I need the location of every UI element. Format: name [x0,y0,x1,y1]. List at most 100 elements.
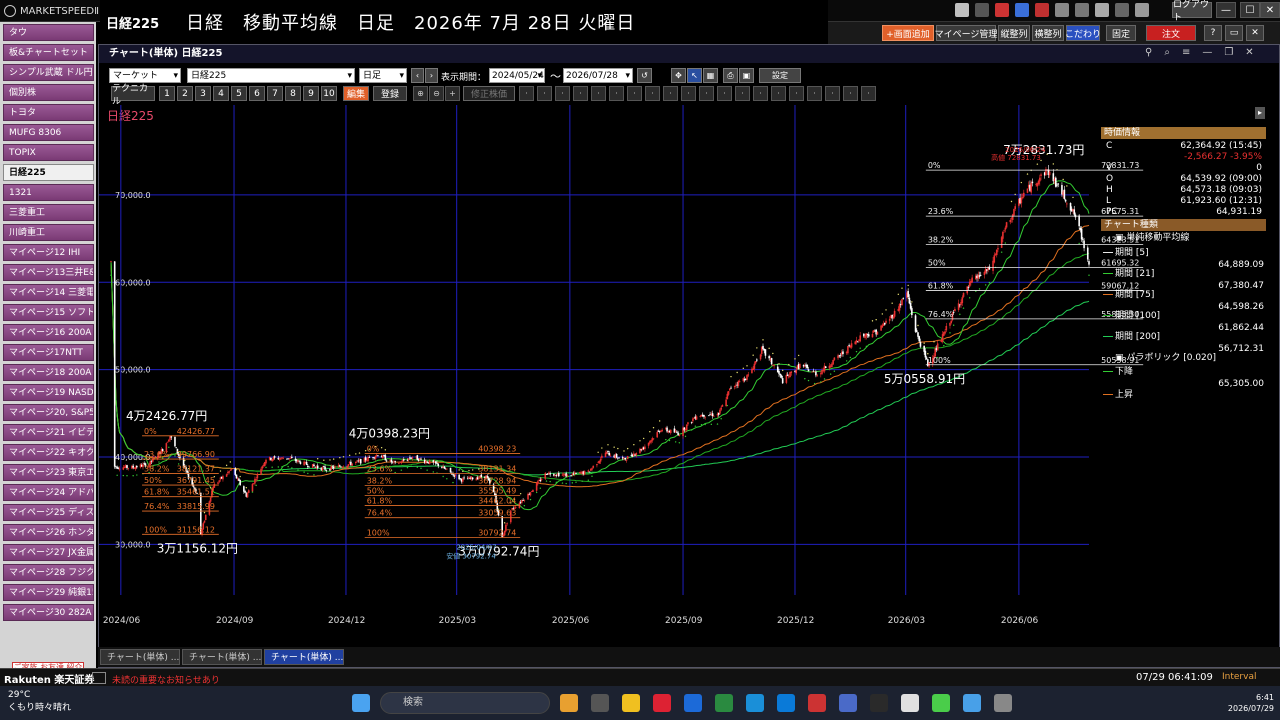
minimize-icon[interactable]: — [1202,47,1212,58]
sidebar-item[interactable]: 日経225 [3,164,94,181]
zoom-out-icon[interactable]: ⊖ [429,86,444,101]
gear-tool-icon[interactable]: · [861,86,876,101]
ellipse-tool-icon[interactable]: · [681,86,696,101]
settings-button[interactable]: 設定 [759,68,801,83]
preset-button[interactable]: 2 [177,86,193,101]
taskbar-app-icon[interactable] [560,694,578,712]
next-button[interactable]: › [425,68,438,83]
eraser-tool-icon[interactable]: · [807,86,822,101]
preset-button[interactable]: 8 [285,86,301,101]
screen-icon[interactable] [1095,3,1109,17]
hline-tool-icon[interactable]: · [573,86,588,101]
sidebar-item[interactable]: マイページ24 アドバンテスト [3,484,94,501]
adjusted-price-select[interactable]: 修正株価 [463,86,515,101]
line-tool-icon[interactable]: · [519,86,534,101]
sidebar-item[interactable]: マイページ23 東京エレクトロン [3,464,94,481]
prev-button[interactable]: ‹ [411,68,424,83]
preset-button[interactable]: 7 [267,86,283,101]
preset-button[interactable]: 9 [303,86,319,101]
technical-button[interactable]: テクニカル [111,84,155,107]
sidebar-item[interactable]: マイページ29 純銀1542 [3,584,94,601]
cursor-tool-icon[interactable]: · [843,86,858,101]
sidebar-item[interactable]: 三菱重工 [3,204,94,221]
pin-icon[interactable] [955,3,969,17]
chart-icon[interactable]: ▦ [703,68,718,83]
restore-icon[interactable]: ❐ [1224,47,1233,58]
preset-button[interactable]: 4 [213,86,229,101]
date-from-field[interactable]: 2024/05/24 [489,68,545,84]
horizontal-align-button[interactable]: 横整列 [1032,25,1064,41]
menu-icon[interactable]: ≡ [1182,47,1190,58]
close-icon[interactable]: ✕ [1245,47,1253,58]
taskbar-app-icon[interactable] [591,694,609,712]
taskbar-app-icon[interactable] [653,694,671,712]
chart-tab[interactable]: チャート(単体) ... [264,649,344,665]
sidebar-item[interactable]: タウ [3,24,94,41]
preset-button[interactable]: 5 [231,86,247,101]
period-select[interactable]: 日足 [359,68,407,84]
sidebar-item[interactable]: マイページ22 キオクシア [3,444,94,461]
print-chart-icon[interactable]: ⎙ [723,68,738,83]
taskbar-app-icon[interactable] [870,694,888,712]
globe-icon[interactable] [1015,3,1029,17]
taskbar-app-icon[interactable] [746,694,764,712]
sidebar-item[interactable]: マイページ14 三菱電機 [3,284,94,301]
sidebar-item[interactable]: マイページ17NTT [3,344,94,361]
preset-button[interactable]: 10 [321,86,337,101]
register-button[interactable]: 登録 [373,86,407,101]
zoom-in-icon[interactable]: ⊕ [413,86,428,101]
channel-tool-icon[interactable]: · [555,86,570,101]
mypage-manage-button[interactable]: マイページ管理 [935,25,997,41]
sidebar-item[interactable]: マイページ26 ホンダ [3,524,94,541]
sidebar-item[interactable]: マイページ13三井E&S [3,264,94,281]
search-icon[interactable]: ⌕ [1164,47,1170,58]
grid-tool-icon[interactable]: · [627,86,642,101]
notice-box-icon[interactable] [92,672,106,684]
window-min-button[interactable]: ▭ [1225,25,1243,41]
pointer-icon[interactable]: ↖ [687,68,702,83]
news-icon[interactable] [995,3,1009,17]
sidebar-item[interactable]: マイページ21 イビデン [3,424,94,441]
sidebar-item[interactable]: 1321 [3,184,94,201]
reset-period-button[interactable]: ↺ [637,68,652,83]
preset-button[interactable]: 3 [195,86,211,101]
text-tool-icon[interactable]: · [699,86,714,101]
panel-expand-icon[interactable]: ▸ [1255,107,1265,119]
circle-tool-icon[interactable]: · [663,86,678,101]
taskbar-app-icon[interactable] [901,694,919,712]
taskbar-app-icon[interactable] [777,694,795,712]
add-screen-button[interactable]: +画面追加 [882,25,934,41]
sidebar-item[interactable]: 板&チャートセット [3,44,94,61]
preset-button[interactable]: 6 [249,86,265,101]
order-button[interactable]: 注文 [1146,25,1196,41]
close-button[interactable]: ✕ [1260,2,1280,18]
help-button[interactable]: ? [1204,25,1222,41]
chart-tab[interactable]: チャート(単体) ... [100,649,180,665]
notice-icon[interactable] [975,3,989,17]
crosshair-icon[interactable]: ✥ [671,68,686,83]
vline-tool-icon[interactable]: · [735,86,750,101]
taskbar-app-icon[interactable] [622,694,640,712]
maximize-button[interactable]: ☐ [1240,2,1260,18]
sidebar-item[interactable]: 川崎重工 [3,224,94,241]
erase-tool-icon[interactable]: · [789,86,804,101]
taskbar-search[interactable]: 検索 [380,692,550,714]
window-close-button[interactable]: ✕ [1246,25,1264,41]
sidebar-item[interactable]: 個別株 [3,84,94,101]
pentagon-tool-icon[interactable]: · [645,86,660,101]
mail-icon[interactable] [1035,3,1049,17]
date-to-field[interactable]: 2026/07/28 [563,68,633,84]
taskbar-app-icon[interactable] [839,694,857,712]
lock-icon[interactable] [1075,3,1089,17]
alert-text[interactable]: 未読の重要なお知らせあり [112,673,220,686]
chart-tab[interactable]: チャート(単体) ... [182,649,262,665]
taskbar-app-icon[interactable] [808,694,826,712]
link-icon[interactable]: ⚲ [1145,47,1152,58]
start-icon[interactable] [352,694,370,712]
sidebar-item[interactable]: マイページ25 ディスコ [3,504,94,521]
taskbar-app-icon[interactable] [684,694,702,712]
sidebar-item[interactable]: トヨタ [3,104,94,121]
sidebar-item[interactable]: マイページ20, S&P500 [3,404,94,421]
arrow-tool-icon[interactable]: · [771,86,786,101]
sidebar-item[interactable]: マイページ19 NASDAQ [3,384,94,401]
